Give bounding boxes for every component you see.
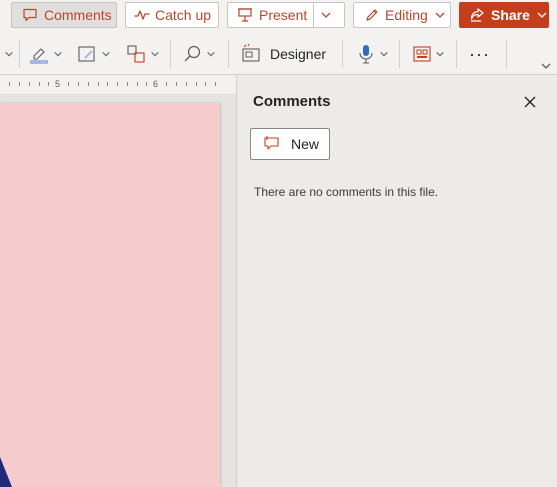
ruler-tick xyxy=(166,82,167,86)
ruler-tick xyxy=(9,82,10,86)
chevron-down-icon xyxy=(380,51,388,57)
highlight-color-button[interactable] xyxy=(28,42,63,66)
ruler-tick xyxy=(186,82,187,86)
shape-outline-icon xyxy=(78,46,95,62)
catch-up-label: Catch up xyxy=(155,7,212,23)
ruler-tick xyxy=(146,82,147,86)
top-command-bar: Comments Catch up Present Editing Share xyxy=(0,0,557,34)
new-comment-label: New xyxy=(291,136,320,152)
share-button[interactable]: Share xyxy=(459,2,549,28)
designer-button[interactable]: Designer xyxy=(240,42,326,66)
comment-icon xyxy=(22,7,38,23)
pencil-icon xyxy=(364,7,380,23)
ruler-tick xyxy=(205,82,206,86)
chevron-down-icon xyxy=(102,51,110,57)
ruler-tick xyxy=(215,82,216,86)
ribbon-separator xyxy=(170,40,171,68)
empty-comments-message: There are no comments in this file. xyxy=(254,185,439,199)
arrange-button[interactable] xyxy=(125,42,160,66)
chevron-down-icon xyxy=(537,12,547,18)
present-split-divider xyxy=(313,3,314,27)
designer-icon xyxy=(242,43,260,62)
slide-shape[interactable] xyxy=(0,457,20,487)
ribbon-separator xyxy=(19,40,20,68)
designer-label: Designer xyxy=(270,46,327,62)
editing-mode-button[interactable]: Editing xyxy=(353,2,451,28)
ribbon-separator xyxy=(506,40,507,68)
find-icon xyxy=(184,45,201,62)
ruler-tick xyxy=(48,82,49,86)
ruler-number: 5 xyxy=(55,79,61,89)
ruler-tick xyxy=(117,82,118,86)
comments-button[interactable]: Comments xyxy=(11,2,117,28)
catch-up-button[interactable]: Catch up xyxy=(125,2,219,28)
chevron-down-icon xyxy=(541,63,551,69)
ruler-tick xyxy=(137,82,138,86)
chevron-down-icon xyxy=(207,51,215,57)
ruler-tick xyxy=(176,82,177,86)
present-icon xyxy=(237,7,253,23)
shape-fill-icon xyxy=(30,48,48,64)
more-options-button[interactable]: ··· xyxy=(469,42,490,66)
slide[interactable] xyxy=(0,103,220,487)
close-icon xyxy=(524,96,536,108)
more-options-label: ··· xyxy=(469,43,490,64)
ruler-number: 6 xyxy=(153,79,159,89)
new-comment-icon xyxy=(263,135,281,154)
ruler-tick xyxy=(68,82,69,86)
present-options-dropdown[interactable] xyxy=(320,9,332,21)
ruler-tick xyxy=(196,82,197,86)
ribbon-separator xyxy=(228,40,229,68)
ruler-tick xyxy=(88,82,89,86)
horizontal-ruler: 5 6 xyxy=(0,75,236,95)
ribbon-separator xyxy=(456,40,457,68)
dictate-button[interactable] xyxy=(356,42,389,66)
ruler-tick xyxy=(78,82,79,86)
ruler-tick xyxy=(107,82,108,86)
ruler-tick xyxy=(98,82,99,86)
chevron-down-icon xyxy=(5,51,13,57)
chevron-down-icon xyxy=(54,51,62,57)
new-comment-button[interactable]: New xyxy=(250,128,330,160)
share-icon xyxy=(469,7,485,23)
ruler-tick xyxy=(39,82,40,86)
comments-pane-title: Comments xyxy=(253,93,331,110)
ruler-tick xyxy=(19,82,20,86)
find-button[interactable] xyxy=(183,42,216,66)
ribbon-separator xyxy=(342,40,343,68)
ruler-tick xyxy=(127,82,128,86)
layout-button[interactable] xyxy=(412,42,445,66)
ruler-tick xyxy=(29,82,30,86)
ribbon-toolbar: Designer ··· xyxy=(0,34,557,75)
close-pane-button[interactable] xyxy=(521,93,539,111)
chevron-down-icon xyxy=(436,51,444,57)
chevron-down-icon xyxy=(435,12,445,18)
present-button[interactable]: Present xyxy=(227,2,345,28)
ribbon-overflow-left[interactable] xyxy=(4,42,14,66)
chevron-down-icon xyxy=(151,51,159,57)
shape-outline-button[interactable] xyxy=(76,42,111,66)
editing-label: Editing xyxy=(385,7,428,23)
dictate-icon xyxy=(359,45,373,64)
present-label: Present xyxy=(259,7,308,23)
catch-up-icon xyxy=(134,7,150,23)
comments-button-label: Comments xyxy=(44,7,112,23)
chevron-down-icon xyxy=(321,12,331,18)
ribbon-separator xyxy=(399,40,400,68)
arrange-icon xyxy=(127,45,145,63)
layout-icon xyxy=(413,46,431,62)
share-label: Share xyxy=(491,7,530,23)
comments-pane: Comments New There are no comments in th… xyxy=(237,75,557,487)
